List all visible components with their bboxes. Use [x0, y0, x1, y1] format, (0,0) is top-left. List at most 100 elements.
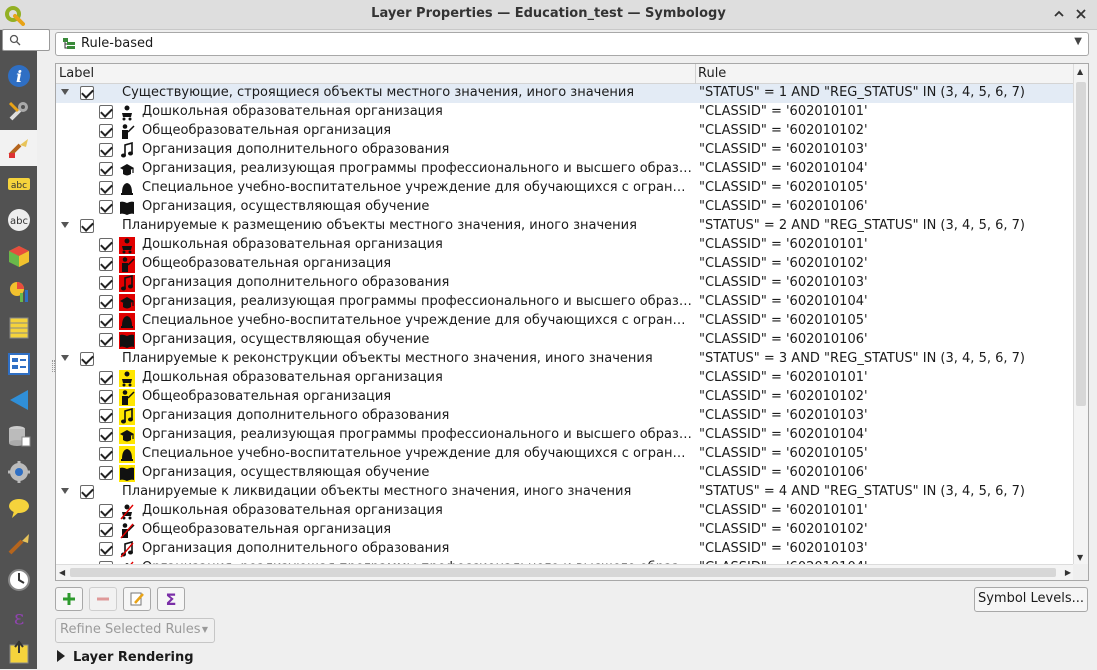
scroll-up-icon[interactable]: ▲	[1077, 67, 1083, 76]
horizontal-scroll-thumb[interactable]	[70, 568, 1056, 577]
rules-tree[interactable]: Label Rule Существующие, строящиеся объе…	[55, 63, 1089, 581]
rule-label: Организация, осуществляющая обучение	[142, 332, 430, 347]
rule-checkbox[interactable]	[80, 485, 94, 499]
rule-checkbox[interactable]	[99, 523, 113, 537]
rule-checkbox[interactable]	[80, 219, 94, 233]
rule-checkbox[interactable]	[99, 238, 113, 252]
header-rule[interactable]: Rule	[698, 66, 726, 81]
count-features-button[interactable]: Σ	[157, 587, 185, 611]
rule-row[interactable]: Дошкольная образовательная организация "C…	[56, 502, 1074, 521]
rule-row[interactable]: Организация, реализующая программы профе…	[56, 160, 1074, 179]
sidebar-item-masks[interactable]: abc	[0, 202, 37, 238]
rule-checkbox[interactable]	[99, 105, 113, 119]
rule-checkbox[interactable]	[99, 276, 113, 290]
rule-row[interactable]: Дошкольная образовательная организация "C…	[56, 236, 1074, 255]
refine-selected-rules-button[interactable]: Refine Selected Rules ▼	[55, 618, 215, 643]
sidebar-item-3d-view[interactable]	[0, 238, 37, 274]
sidebar-item-metadata[interactable]	[0, 634, 37, 670]
rule-checkbox[interactable]	[99, 333, 113, 347]
rule-row[interactable]: Организация, осуществляющая обучение "CLA…	[56, 331, 1074, 350]
rule-group-row[interactable]: Существующие, строящиеся объекты местног…	[56, 84, 1074, 103]
remove-rule-button[interactable]	[89, 587, 117, 611]
rule-row[interactable]: Дошкольная образовательная организация "C…	[56, 103, 1074, 122]
horizontal-scrollbar[interactable]: ◀ ▶	[56, 564, 1074, 580]
header-divider[interactable]	[695, 64, 696, 84]
sidebar-item-source[interactable]	[0, 94, 37, 130]
rule-group-row[interactable]: Планируемые к размещению объекты местног…	[56, 217, 1074, 236]
rule-checkbox[interactable]	[80, 86, 94, 100]
bell-icon	[119, 180, 135, 197]
rule-row[interactable]: Организация, осуществляющая обучение "CLA…	[56, 464, 1074, 483]
rule-row[interactable]: Специальное учебно-воспитательное учрежд…	[56, 312, 1074, 331]
header-label[interactable]: Label	[59, 66, 94, 81]
rule-checkbox[interactable]	[99, 466, 113, 480]
scroll-down-icon[interactable]: ▼	[1077, 553, 1083, 562]
rule-checkbox[interactable]	[99, 162, 113, 176]
sidebar-item-diagrams[interactable]	[0, 274, 37, 310]
rule-row[interactable]: Общеобразовательная организация "CLASSID"…	[56, 122, 1074, 141]
rule-checkbox[interactable]	[99, 124, 113, 138]
sidebar-item-labels[interactable]: abc	[0, 166, 37, 202]
sidebar-search-input[interactable]	[2, 29, 50, 51]
rule-label: Специальное учебно-воспитательное учрежд…	[142, 446, 686, 461]
rule-checkbox[interactable]	[99, 428, 113, 442]
rule-checkbox[interactable]	[99, 409, 113, 423]
scroll-right-icon[interactable]: ▶	[1065, 568, 1071, 577]
rule-checkbox[interactable]	[99, 257, 113, 271]
layer-rendering-toggle[interactable]: Layer Rendering	[57, 650, 194, 665]
rule-row[interactable]: Специальное учебно-воспитательное учрежд…	[56, 445, 1074, 464]
sidebar-item-actions[interactable]	[0, 454, 37, 490]
sidebar-item-variables[interactable]: ε	[0, 598, 37, 634]
vertical-scrollbar[interactable]: ▲ ▼	[1073, 64, 1088, 565]
close-icon[interactable]	[1071, 5, 1091, 25]
rule-group-row[interactable]: Планируемые к ликвидации объекты местног…	[56, 483, 1074, 502]
sidebar-item-display[interactable]	[0, 490, 37, 526]
sidebar-item-fields[interactable]	[0, 310, 37, 346]
renderer-select[interactable]: Rule-based ▼	[55, 32, 1089, 56]
rule-label: Дошкольная образовательная организация	[142, 503, 443, 518]
rule-checkbox[interactable]	[99, 371, 113, 385]
vertical-scroll-thumb[interactable]	[1076, 82, 1086, 406]
sidebar-item-attributes-form[interactable]	[0, 346, 37, 382]
rule-row[interactable]: Общеобразовательная организация "CLASSID"…	[56, 521, 1074, 540]
collapse-arrow-icon[interactable]	[61, 89, 69, 95]
rule-checkbox[interactable]	[99, 200, 113, 214]
rule-expression: "CLASSID" = '602010105'	[699, 313, 868, 328]
scroll-left-icon[interactable]: ◀	[59, 568, 65, 577]
sidebar-item-information[interactable]: i	[0, 58, 37, 94]
rule-checkbox[interactable]	[99, 390, 113, 404]
rule-row[interactable]: Организация дополнительного образования "…	[56, 141, 1074, 160]
rule-row[interactable]: Специальное учебно-воспитательное учрежд…	[56, 179, 1074, 198]
sidebar-item-symbology[interactable]	[0, 130, 37, 166]
rule-row[interactable]: Организация дополнительного образования "…	[56, 274, 1074, 293]
rule-checkbox[interactable]	[99, 542, 113, 556]
rule-row[interactable]: Общеобразовательная организация "CLASSID"…	[56, 255, 1074, 274]
rule-checkbox[interactable]	[99, 504, 113, 518]
sidebar-item-auxiliary-storage[interactable]	[0, 418, 37, 454]
edit-rule-button[interactable]	[123, 587, 151, 611]
rule-checkbox[interactable]	[99, 295, 113, 309]
collapse-arrow-icon[interactable]	[61, 222, 69, 228]
splitter-handle[interactable]	[52, 360, 55, 372]
rule-checkbox[interactable]	[99, 143, 113, 157]
rule-row[interactable]: Организация, реализующая программы профе…	[56, 293, 1074, 312]
rule-row[interactable]: Организация дополнительного образования "…	[56, 407, 1074, 426]
rule-checkbox[interactable]	[99, 314, 113, 328]
rule-checkbox[interactable]	[99, 447, 113, 461]
rule-row[interactable]: Общеобразовательная организация "CLASSID"…	[56, 388, 1074, 407]
add-rule-button[interactable]	[55, 587, 83, 611]
rule-group-row[interactable]: Планируемые к реконструкции объекты мест…	[56, 350, 1074, 369]
collapse-arrow-icon[interactable]	[61, 355, 69, 361]
collapse-icon[interactable]	[1049, 5, 1069, 25]
sidebar-item-temporal[interactable]	[0, 562, 37, 598]
rule-row[interactable]: Дошкольная образовательная организация "C…	[56, 369, 1074, 388]
rule-row[interactable]: Организация дополнительного образования "…	[56, 540, 1074, 559]
sidebar-item-joins[interactable]	[0, 382, 37, 418]
rule-row[interactable]: Организация, осуществляющая обучение "CLA…	[56, 198, 1074, 217]
sidebar-item-rendering[interactable]	[0, 526, 37, 562]
rule-row[interactable]: Организация, реализующая программы профе…	[56, 426, 1074, 445]
rule-checkbox[interactable]	[99, 181, 113, 195]
rule-checkbox[interactable]	[80, 352, 94, 366]
collapse-arrow-icon[interactable]	[61, 488, 69, 494]
symbol-levels-button[interactable]: Symbol Levels...	[974, 587, 1088, 612]
